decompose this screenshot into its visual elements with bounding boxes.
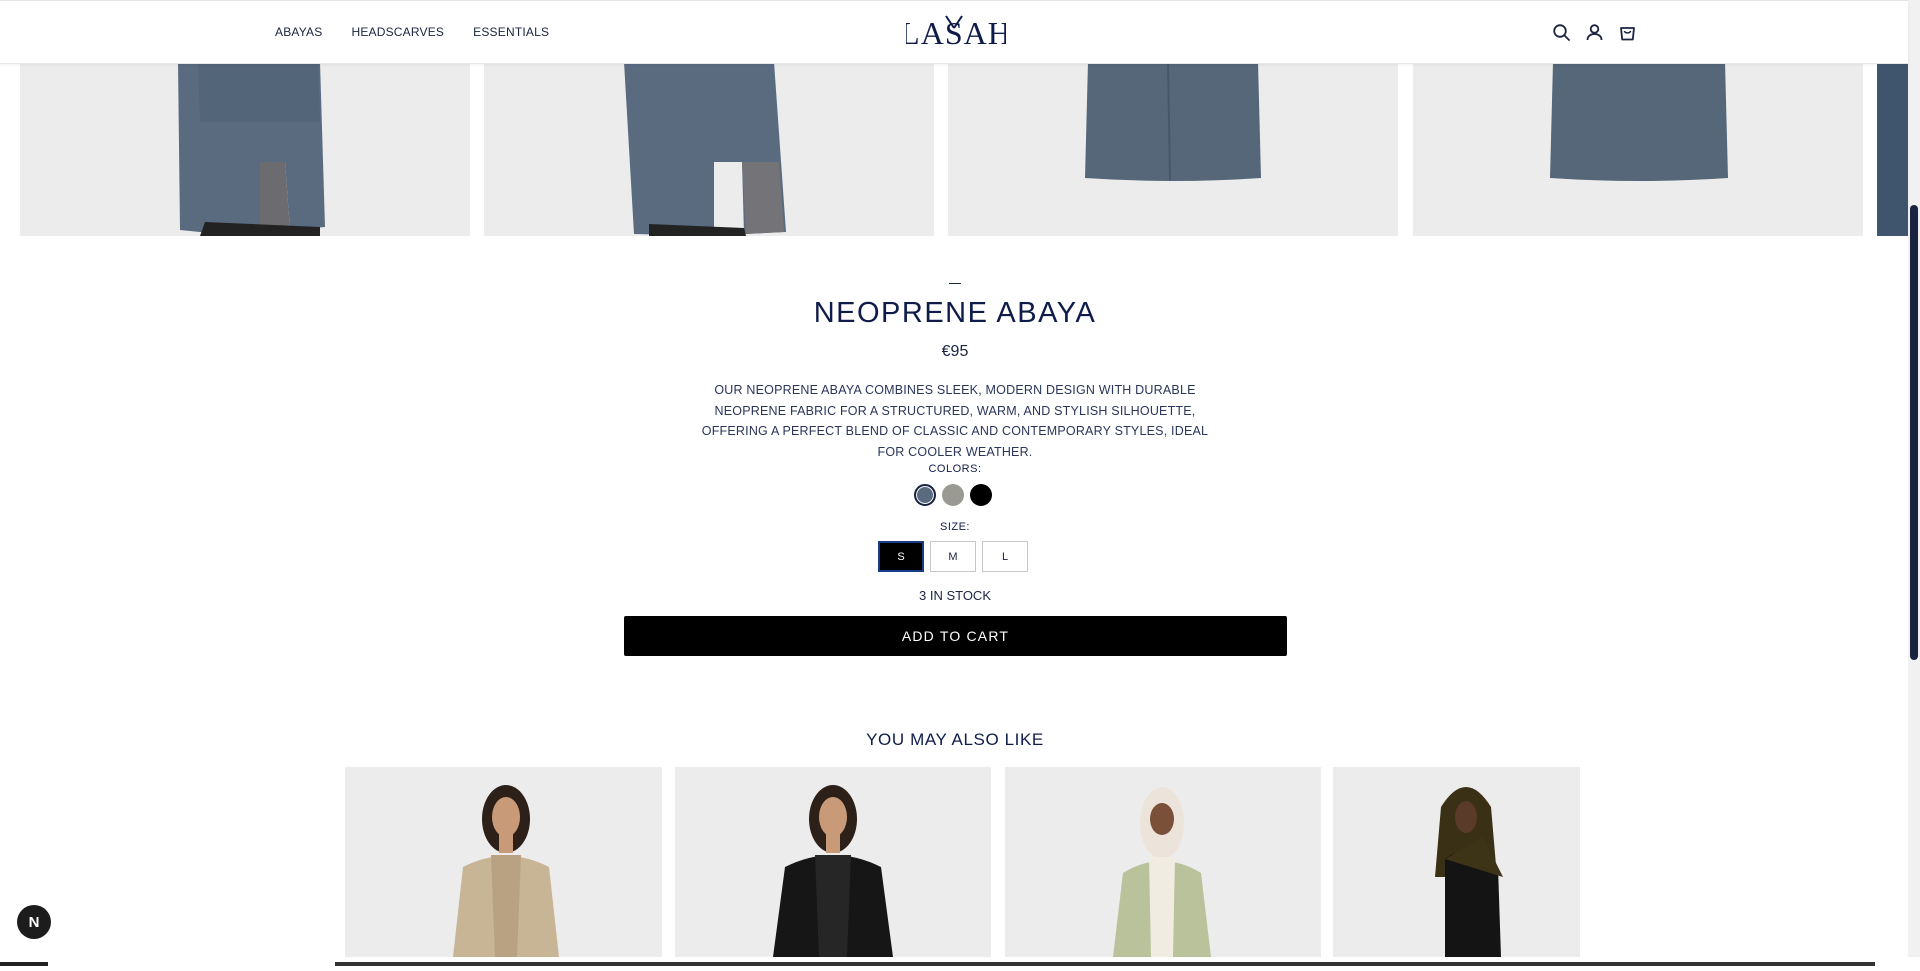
color-swatch-blue-grey[interactable] bbox=[914, 484, 936, 506]
product-title: NEOPRENE ABAYA bbox=[813, 297, 1097, 329]
site-logo[interactable]: LASAH bbox=[906, 9, 1006, 55]
color-swatches bbox=[914, 484, 992, 506]
product-gallery[interactable] bbox=[0, 62, 1908, 236]
nav-essentials[interactable]: ESSENTIALS bbox=[473, 25, 549, 39]
stock-status: 3 IN STOCK bbox=[918, 588, 991, 603]
gallery-image-4[interactable] bbox=[1413, 62, 1863, 236]
title-divider bbox=[949, 283, 961, 284]
color-swatch-taupe[interactable] bbox=[942, 484, 964, 506]
color-swatch-black[interactable] bbox=[970, 484, 992, 506]
recommended-product-2[interactable] bbox=[675, 767, 991, 957]
size-option-m[interactable]: M bbox=[930, 541, 976, 572]
site-header: ABAYAS HEADSCARVES ESSENTIALS LASAH bbox=[0, 0, 1908, 64]
size-label: SIZE: bbox=[939, 521, 970, 533]
gallery-image-3[interactable] bbox=[948, 62, 1398, 236]
size-option-s[interactable]: S bbox=[878, 541, 924, 572]
gallery-image-1[interactable] bbox=[20, 62, 470, 236]
recommendations-heading: YOU MAY ALSO LIKE bbox=[866, 730, 1044, 749]
svg-text:LASAH: LASAH bbox=[906, 15, 1006, 51]
gallery-image-2[interactable] bbox=[484, 62, 934, 236]
recommended-product-4[interactable] bbox=[1333, 767, 1580, 957]
colors-label: COLORS: bbox=[928, 463, 982, 475]
nav-headscarves[interactable]: HEADSCARVES bbox=[351, 25, 444, 39]
product-description: OUR NEOPRENE ABAYA COMBINES SLEEK, MODER… bbox=[701, 383, 1209, 459]
recommended-product-1[interactable] bbox=[345, 767, 662, 957]
search-icon[interactable] bbox=[1552, 23, 1571, 42]
gallery-image-5[interactable] bbox=[1877, 62, 1908, 236]
nav-abayas[interactable]: ABAYAS bbox=[275, 25, 322, 39]
page-scrollbar[interactable] bbox=[1908, 0, 1920, 957]
recommended-product-3[interactable] bbox=[1005, 767, 1321, 957]
user-icon[interactable] bbox=[1585, 23, 1604, 42]
size-option-l[interactable]: L bbox=[982, 541, 1028, 572]
add-to-cart-button[interactable]: ADD TO CART bbox=[624, 616, 1287, 656]
main-nav: ABAYAS HEADSCARVES ESSENTIALS bbox=[275, 25, 549, 39]
size-selector: S M L bbox=[878, 541, 1028, 572]
header-icons bbox=[1552, 23, 1637, 42]
dev-tools-badge[interactable]: N bbox=[17, 905, 51, 939]
cart-icon[interactable] bbox=[1618, 23, 1637, 42]
bottom-progress bbox=[0, 953, 1908, 966]
scrollbar-thumb[interactable] bbox=[1910, 205, 1918, 660]
product-price: €95 bbox=[941, 343, 969, 360]
logo-image: LASAH bbox=[906, 15, 1006, 51]
